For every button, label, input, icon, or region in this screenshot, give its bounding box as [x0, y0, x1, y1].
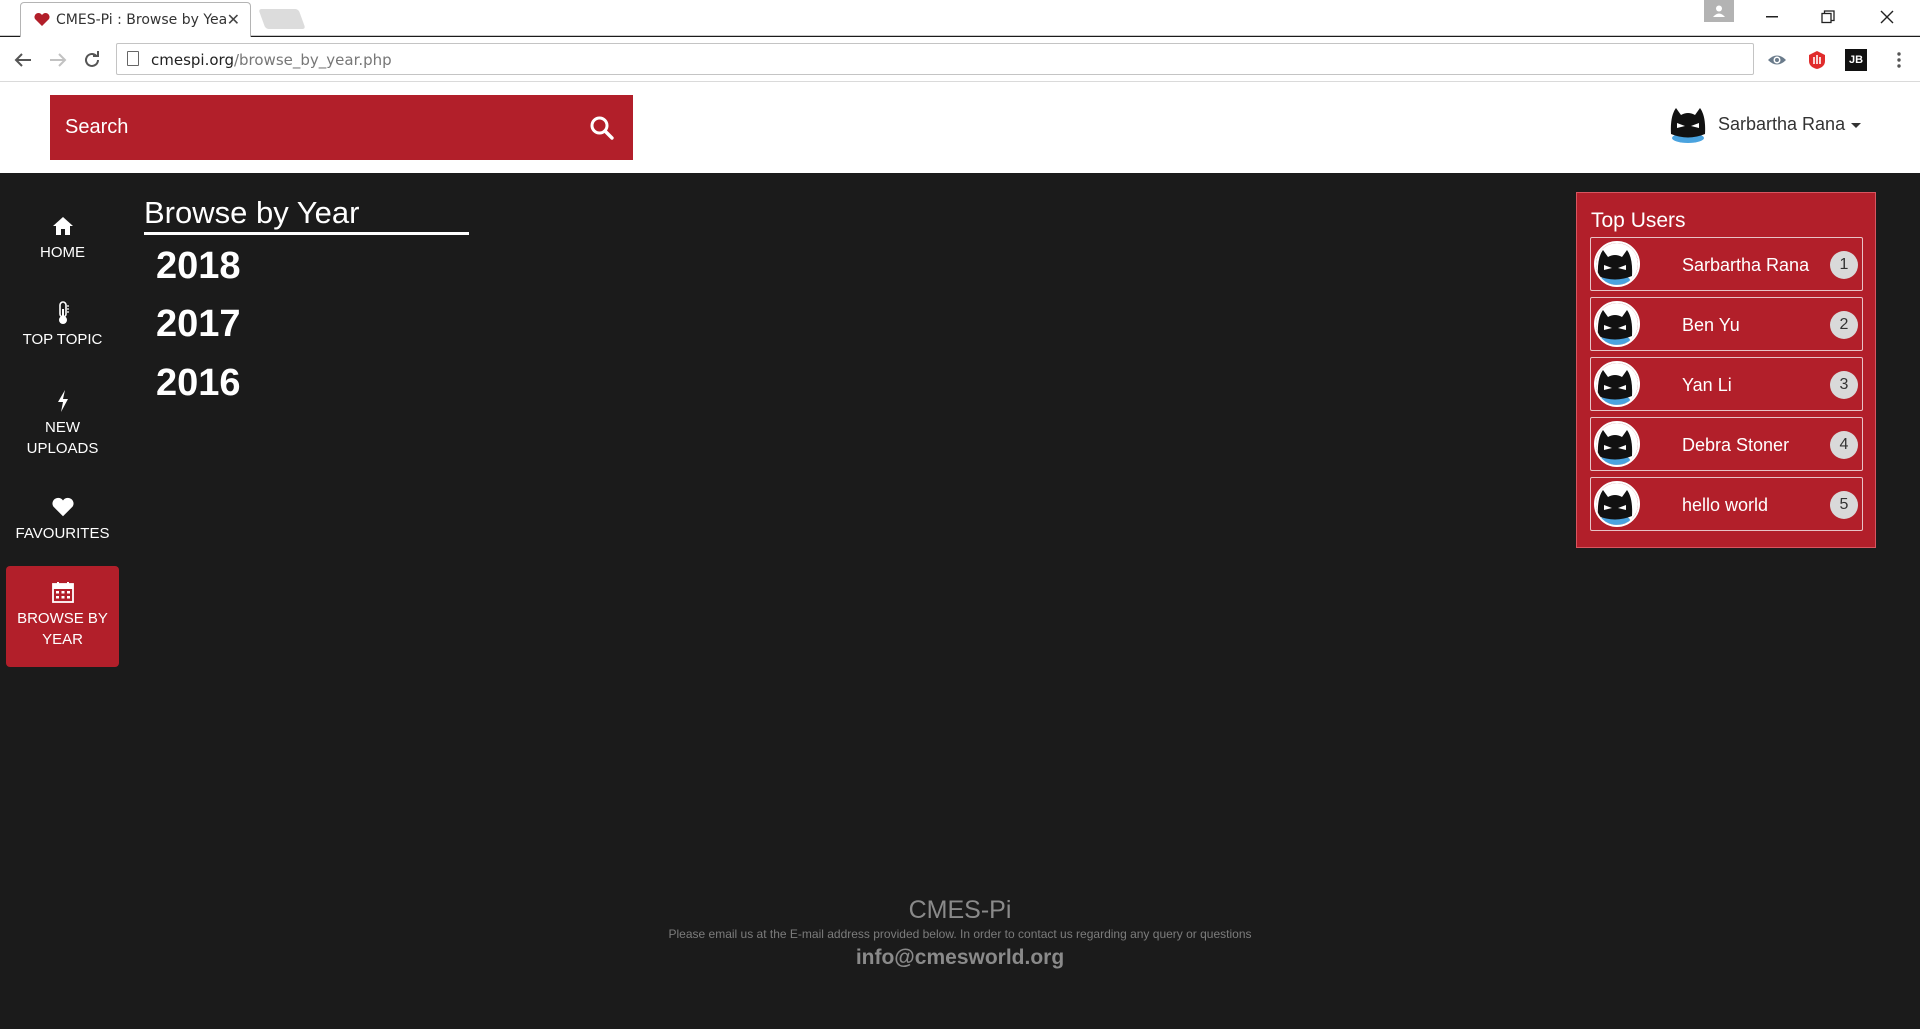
top-user-name: Sarbartha Rana [1682, 255, 1810, 275]
top-users-title: Top Users [1591, 209, 1686, 232]
top-user-name: Yan Li [1682, 375, 1732, 395]
user-avatar-icon [1594, 421, 1640, 467]
top-users-panel: Top Users Sarbartha Rana 1 Ben Yu 2 Yan … [1576, 192, 1876, 548]
user-name: Sarbartha Rana [1718, 113, 1846, 134]
tab-close-icon[interactable]: ✕ [227, 10, 240, 30]
sidebar-nav: HOME TOP TOPIC NEW UPLOADS FAVOURITES BR… [0, 173, 121, 798]
user-avatar-icon [1666, 100, 1710, 149]
top-user-row[interactable]: Yan Li 3 [1590, 357, 1863, 411]
back-arrow-icon[interactable] [8, 45, 38, 75]
top-user-rank-badge: 4 [1830, 431, 1858, 459]
footer-note: Please email us at the E-mail address pr… [668, 927, 1252, 941]
sidebar-item-label: NEW UPLOADS [26, 419, 99, 457]
new-tab-button[interactable] [258, 9, 306, 29]
top-user-row[interactable]: Sarbartha Rana 1 [1590, 237, 1863, 291]
sidebar-item-label: TOP TOPIC [22, 331, 103, 348]
sidebar-item-home[interactable]: HOME [6, 214, 119, 263]
top-user-rank-badge: 1 [1830, 251, 1858, 279]
browser-menu-icon[interactable] [1884, 45, 1914, 75]
site-footer: CMES-Pi Please email us at the E-mail ad… [0, 798, 1920, 1029]
user-avatar-icon [1594, 301, 1640, 347]
reload-icon[interactable] [77, 45, 107, 75]
top-user-row[interactable]: hello world 5 [1590, 477, 1863, 531]
sidebar-item-new-uploads[interactable]: NEW UPLOADS [6, 389, 119, 459]
browser-toolbar: cmespi.org/browse_by_year.php JB [0, 37, 1920, 82]
sidebar-item-favourites[interactable]: FAVOURITES [6, 495, 119, 544]
sidebar-item-label: FAVOURITES [15, 525, 110, 542]
site-header: Sarbartha Rana [0, 82, 1920, 173]
jetbrains-extension-icon[interactable]: JB [1845, 49, 1867, 71]
site-favicon-icon [33, 12, 51, 28]
bolt-icon [51, 389, 75, 413]
browser-tab-active[interactable]: CMES-Pi : Browse by Year ✕ [20, 2, 251, 37]
url-host: cmespi.org [151, 51, 234, 69]
hand-extension-icon[interactable] [1806, 49, 1828, 71]
sidebar-item-browse-by-year[interactable]: BROWSE BY YEAR [6, 566, 119, 667]
year-link-2016[interactable]: 2016 [156, 362, 241, 405]
user-avatar-icon [1594, 241, 1640, 287]
year-link-2018[interactable]: 2018 [156, 245, 241, 288]
close-window-icon[interactable] [1861, 0, 1913, 34]
search-bar [50, 95, 633, 160]
top-user-rank-badge: 5 [1830, 491, 1858, 519]
browser-tabstrip: CMES-Pi : Browse by Year ✕ [0, 0, 1920, 37]
top-user-name: Debra Stoner [1682, 435, 1790, 455]
top-user-rank-badge: 2 [1830, 311, 1858, 339]
forward-arrow-icon[interactable] [43, 45, 73, 75]
year-link-2017[interactable]: 2017 [156, 303, 241, 346]
sidebar-item-label: HOME [40, 244, 85, 261]
thermometer-icon [51, 301, 75, 325]
top-user-name: Ben Yu [1682, 315, 1740, 335]
chevron-down-icon [1851, 122, 1862, 128]
user-menu[interactable]: Sarbartha Rana [1666, 100, 1862, 149]
search-input[interactable] [50, 95, 570, 160]
top-user-rank-badge: 3 [1830, 371, 1858, 399]
page-info-icon[interactable] [127, 51, 139, 66]
user-avatar-icon [1594, 361, 1640, 407]
top-user-row[interactable]: Debra Stoner 4 [1590, 417, 1863, 471]
address-url: cmespi.org/browse_by_year.php [151, 51, 392, 69]
top-user-row[interactable]: Ben Yu 2 [1590, 297, 1863, 351]
footer-email-link[interactable]: info@cmesworld.org [0, 946, 1920, 970]
heart-icon [51, 495, 75, 519]
sidebar-item-top-topic[interactable]: TOP TOPIC [6, 301, 119, 350]
footer-brand: CMES-Pi [908, 896, 1012, 924]
minimize-window-icon[interactable] [1746, 0, 1798, 34]
tab-title: CMES-Pi : Browse by Year [56, 12, 226, 28]
search-icon[interactable] [589, 115, 615, 141]
page-title: Browse by Year [144, 195, 469, 235]
eye-extension-icon[interactable] [1766, 49, 1788, 71]
browser-profile-icon[interactable] [1704, 0, 1734, 22]
restore-window-icon[interactable] [1802, 0, 1854, 34]
user-avatar-icon [1594, 481, 1640, 527]
home-icon [51, 214, 75, 238]
url-path: /browse_by_year.php [233, 51, 392, 69]
address-bar[interactable]: cmespi.org/browse_by_year.php [116, 43, 1754, 75]
top-user-name: hello world [1682, 495, 1769, 515]
calendar-icon [51, 580, 75, 604]
jetbrains-extension-label: JB [1848, 54, 1864, 66]
sidebar-item-label: BROWSE BY YEAR [17, 610, 108, 648]
